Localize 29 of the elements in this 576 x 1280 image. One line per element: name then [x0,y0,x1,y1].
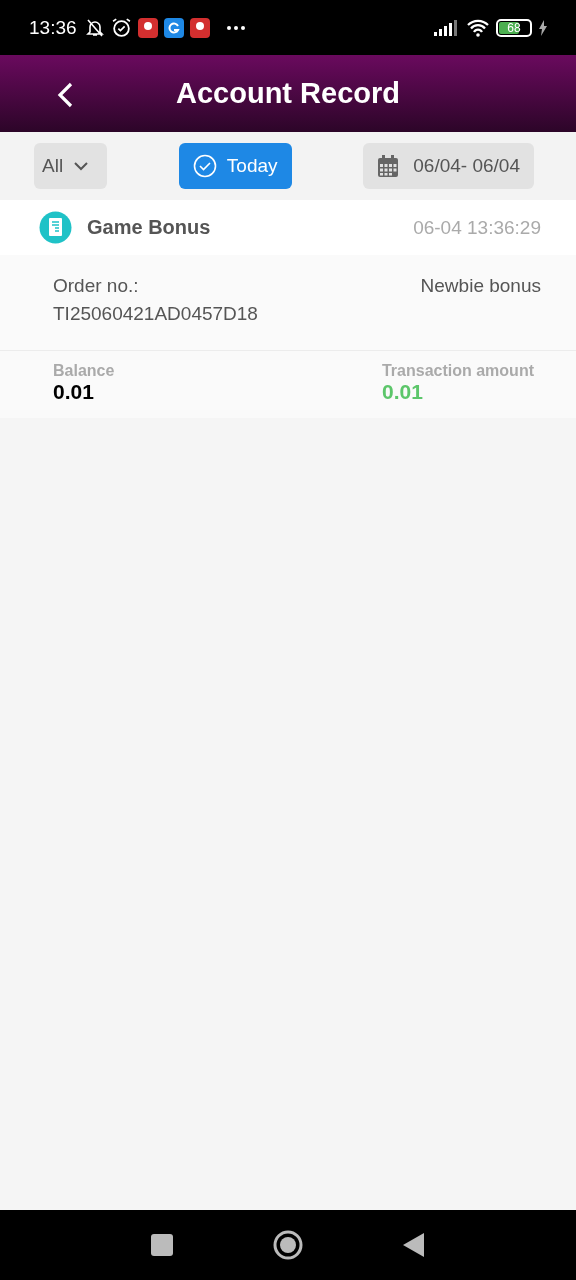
amount-label: Transaction amount [381,362,534,380]
more-icon [225,24,246,31]
date-range-button[interactable]: 06/04- 06/04 [363,143,534,189]
charging-icon [538,19,548,36]
chevron-down-icon [73,161,90,171]
record-type: Newbie bonus [420,274,541,298]
back-button[interactable] [403,1233,425,1257]
signal-icon [434,19,460,36]
page-title: Account Record [176,77,400,110]
balance-label: Balance [53,362,115,380]
amount-value: 0.01 [381,380,424,404]
app-icon [163,17,184,38]
app-icon [137,17,158,38]
record-time: 06-04 13:36:29 [413,216,541,239]
calendar-icon [377,154,400,178]
order-number: TI25060421AD0457D18 [53,302,258,326]
today-button[interactable]: Today [178,143,292,189]
clock: 13:36 [29,16,77,39]
balance-value: 0.01 [53,380,95,404]
record-title: Game Bonus [87,216,212,239]
bell-off-icon [84,17,105,38]
wifi-icon [466,18,490,37]
filter-dropdown[interactable]: All [34,143,108,189]
home-button[interactable] [273,1230,303,1260]
order-label: Order no.: [53,274,140,298]
check-circle-icon [192,154,217,178]
app-icon [189,17,210,38]
alarm-icon [110,17,132,38]
receipt-icon [39,211,72,244]
